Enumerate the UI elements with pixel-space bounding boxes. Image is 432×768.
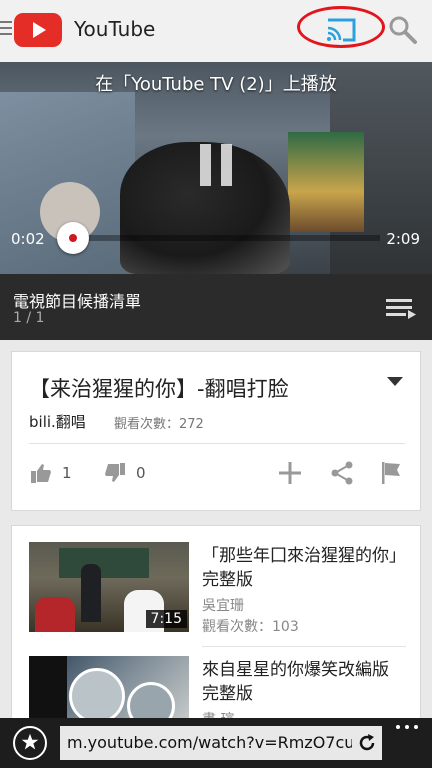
youtube-logo-icon[interactable] <box>14 13 62 47</box>
related-video-title[interactable]: 來自星星的你爆笑改編版完整版 <box>202 658 402 706</box>
dislike-count: 0 <box>136 464 146 482</box>
share-icon[interactable] <box>330 461 354 485</box>
playlist-position: 1 / 1 <box>13 310 45 326</box>
browser-address-bar: m.youtube.com/watch?v=RmzO7cunr <box>0 718 432 768</box>
search-icon[interactable] <box>388 15 418 45</box>
divider <box>202 646 406 647</box>
current-time: 0:02 <box>11 230 45 248</box>
playlist-title: 電視節目候播清單 <box>13 292 142 311</box>
related-video-channel: 吳宜珊 <box>202 598 244 614</box>
duration: 2:09 <box>386 230 420 248</box>
add-to-playlist-icon[interactable] <box>277 460 303 486</box>
pause-button[interactable] <box>200 144 232 186</box>
menu-icon[interactable] <box>0 21 12 39</box>
url-input[interactable]: m.youtube.com/watch?v=RmzO7cunr <box>60 726 382 760</box>
app-header: YouTube <box>0 0 432 62</box>
video-info-card: 【来治猩猩的你】-翻唱打脸 bili.翻唱 觀看次數：272 1 0 <box>11 351 421 511</box>
video-thumbnail[interactable]: 7:15 <box>29 542 189 632</box>
related-video-views: 觀看次數：103 <box>202 619 299 635</box>
refresh-icon[interactable] <box>352 726 382 760</box>
channel-name[interactable]: bili.翻唱 <box>29 411 86 432</box>
view-count: 觀看次數：272 <box>114 417 204 432</box>
thumbs-down-icon[interactable] <box>104 462 126 484</box>
related-video-title[interactable]: 「那些年囗來治猩猩的你」完整版 <box>202 544 402 592</box>
progress-handle[interactable] <box>57 222 89 254</box>
flag-icon[interactable] <box>379 461 403 485</box>
like-count: 1 <box>62 464 72 482</box>
chevron-down-icon[interactable] <box>387 377 403 386</box>
divider <box>29 443 405 444</box>
progress-bar[interactable] <box>62 235 380 241</box>
cast-status-banner: 在「YouTube TV (2)」上播放 <box>95 74 337 95</box>
duration-badge: 7:15 <box>145 610 187 628</box>
video-player[interactable]: 在「YouTube TV (2)」上播放 0:02 2:09 <box>0 62 432 274</box>
playlist-bar[interactable]: 電視節目候播清單 1 / 1 <box>0 274 432 340</box>
playlist-queue-icon[interactable] <box>386 296 416 320</box>
list-item[interactable]: 7:15 「那些年囗來治猩猩的你」完整版 吳宜珊 觀看次數：103 <box>12 542 420 652</box>
more-icon[interactable] <box>392 722 422 732</box>
app-title: YouTube <box>74 17 156 41</box>
thumbs-up-icon[interactable] <box>30 462 52 484</box>
cast-icon[interactable] <box>324 18 358 42</box>
cast-button-highlight <box>297 6 385 48</box>
favorites-star-icon[interactable] <box>13 726 47 760</box>
video-title: 【来治猩猩的你】-翻唱打脸 <box>29 377 289 401</box>
